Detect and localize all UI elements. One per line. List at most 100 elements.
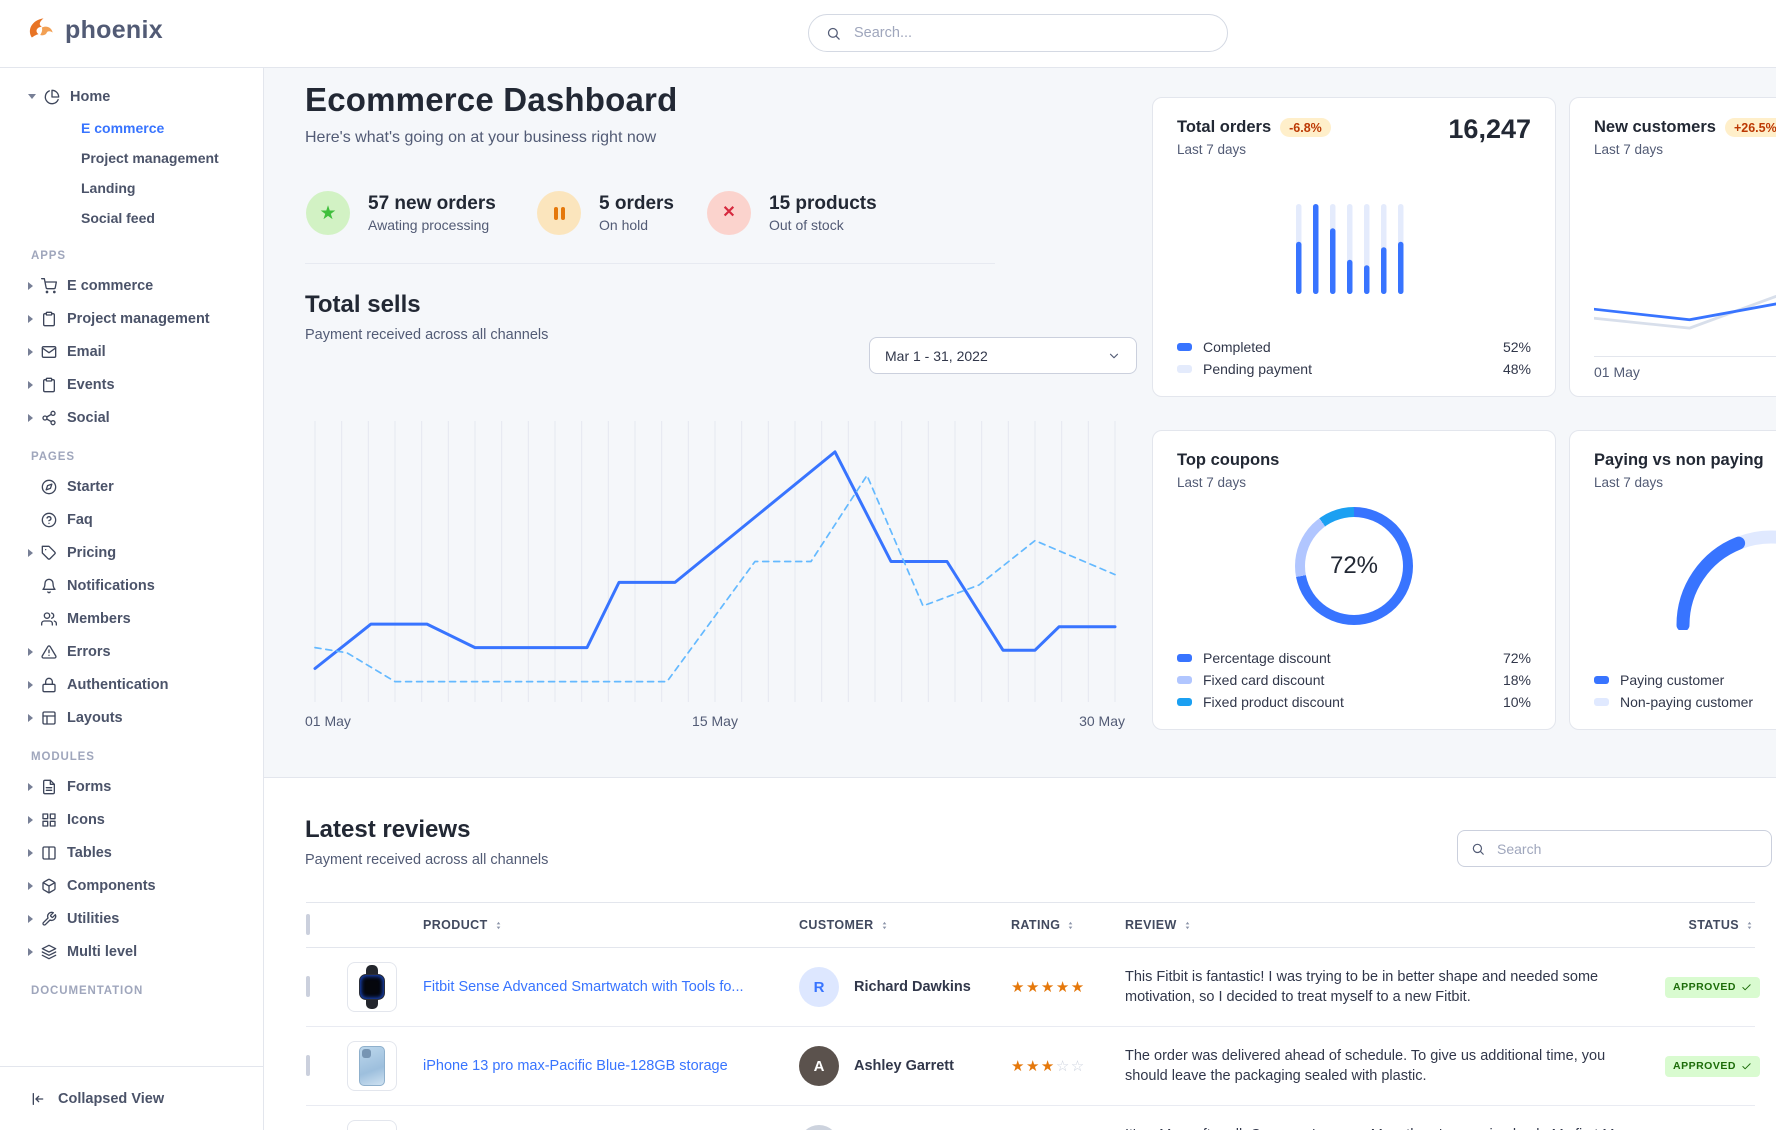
sidebar-item-label: Home xyxy=(70,89,110,105)
sidebar-item-home[interactable]: Home xyxy=(0,80,263,113)
card-title: Top coupons xyxy=(1177,451,1279,470)
column-header-status[interactable]: STATUS xyxy=(1688,918,1755,932)
sort-icon xyxy=(1182,920,1193,931)
sidebar-item-email[interactable]: Email xyxy=(0,335,263,368)
column-header-product[interactable]: PRODUCT xyxy=(423,918,799,932)
sidebar-section-modules: MODULES xyxy=(31,751,263,763)
mail-icon xyxy=(41,344,57,360)
sidebar-item-apps-ecommerce[interactable]: E commerce xyxy=(0,269,263,302)
pie-chart-icon xyxy=(44,89,60,105)
divider xyxy=(305,263,995,264)
total-sells-title: Total sells xyxy=(305,291,421,319)
row-checkbox[interactable] xyxy=(306,1055,310,1076)
sidebar-item-components[interactable]: Components xyxy=(0,869,263,902)
product-link[interactable]: iPhone 13 pro max-Pacific Blue-128GB sto… xyxy=(423,1058,799,1074)
sidebar-item-project-management[interactable]: Project management xyxy=(0,143,263,173)
select-all-checkbox[interactable] xyxy=(306,914,310,935)
search-icon xyxy=(1471,842,1485,856)
reviews-table: PRODUCT CUSTOMER RATING REVIEW STATUS xyxy=(264,902,1776,1130)
global-search-input[interactable] xyxy=(852,24,1210,42)
page-title: Ecommerce Dashboard xyxy=(305,81,677,119)
legend-chip xyxy=(1177,365,1192,373)
new-customers-chart xyxy=(1594,266,1776,354)
star-icon: ★ xyxy=(306,191,350,235)
customer-name: Richard Dawkins xyxy=(854,979,971,995)
sidebar-item-forms[interactable]: Forms xyxy=(0,770,263,803)
trend-badge: -6.8% xyxy=(1280,118,1331,137)
brand-name: phoenix xyxy=(65,16,163,45)
new-customers-card: New customers +26.5% Last 7 days 01 May xyxy=(1569,97,1776,397)
clipboard-icon xyxy=(41,377,57,393)
stat-orders-on-hold: 5 orders On hold xyxy=(537,191,674,235)
chevron-right-icon xyxy=(28,348,33,356)
sidebar-item-authentication[interactable]: Authentication xyxy=(0,668,263,701)
reviews-title: Latest reviews xyxy=(305,816,470,844)
legend-pending: Pending payment 48% xyxy=(1177,358,1531,380)
sidebar-item-notifications[interactable]: Notifications xyxy=(0,569,263,602)
sidebar-item-social-feed[interactable]: Social feed xyxy=(0,203,263,233)
sidebar-item-ecommerce[interactable]: E commerce xyxy=(0,113,263,143)
sidebar-item-utilities[interactable]: Utilities xyxy=(0,902,263,935)
column-header-customer[interactable]: CUSTOMER xyxy=(799,918,1011,932)
page-subtitle: Here's what's going on at your business … xyxy=(305,129,656,147)
legend-chip xyxy=(1177,676,1192,684)
sidebar-item-faq[interactable]: Faq xyxy=(0,503,263,536)
avatar[interactable]: A xyxy=(799,1046,839,1086)
sidebar-item-pricing[interactable]: Pricing xyxy=(0,536,263,569)
shopping-cart-icon xyxy=(41,278,57,294)
status-badge: APPROVED xyxy=(1665,1056,1760,1077)
sidebar-item-layouts[interactable]: Layouts xyxy=(0,701,263,734)
reviews-search-input[interactable] xyxy=(1495,840,1758,858)
latest-reviews-section: Latest reviews Payment received across a… xyxy=(264,777,1776,1130)
chevron-right-icon xyxy=(28,882,33,890)
product-image-iphone[interactable] xyxy=(347,1041,397,1091)
chevron-right-icon xyxy=(28,681,33,689)
avatar[interactable]: W xyxy=(799,1125,839,1130)
date-range-select[interactable]: Mar 1 - 31, 2022 xyxy=(869,337,1137,374)
phoenix-logo[interactable]: phoenix xyxy=(26,15,163,45)
sidebar-item-social[interactable]: Social xyxy=(0,401,263,434)
global-search[interactable] xyxy=(808,14,1228,52)
wrench-icon xyxy=(41,911,57,927)
sidebar-item-starter[interactable]: Starter xyxy=(0,470,263,503)
chevron-right-icon xyxy=(28,783,33,791)
sidebar-item-landing[interactable]: Landing xyxy=(0,173,263,203)
coupons-donut-chart: 72% xyxy=(1295,507,1413,625)
card-title: New customers xyxy=(1594,118,1716,137)
collapse-sidebar-icon xyxy=(30,1091,46,1107)
legend-paying: Paying customer xyxy=(1594,669,1776,691)
sidebar-item-errors[interactable]: Errors xyxy=(0,635,263,668)
product-image-macbook[interactable] xyxy=(347,1120,397,1130)
avatar[interactable]: R xyxy=(799,967,839,1007)
chevron-right-icon xyxy=(28,948,33,956)
compass-icon xyxy=(41,479,57,495)
chevron-right-icon xyxy=(28,315,33,323)
sidebar-item-icons[interactable]: Icons xyxy=(0,803,263,836)
sidebar-item-multi-level[interactable]: Multi level xyxy=(0,935,263,968)
sidebar-item-tables[interactable]: Tables xyxy=(0,836,263,869)
legend-chip xyxy=(1594,698,1609,706)
chevron-right-icon xyxy=(28,549,33,557)
sidebar-nav: Home E commerce Project management Landi… xyxy=(0,67,264,1130)
file-text-icon xyxy=(41,779,57,795)
warning-triangle-icon xyxy=(41,644,57,660)
sidebar-item-members[interactable]: Members xyxy=(0,602,263,635)
orders-bar-chart xyxy=(1294,204,1414,294)
columns-icon xyxy=(41,845,57,861)
column-header-rating[interactable]: RATING xyxy=(1011,918,1125,932)
card-title: Total orders xyxy=(1177,118,1271,137)
sort-icon xyxy=(493,920,504,931)
column-header-review[interactable]: REVIEW xyxy=(1125,918,1665,932)
review-text: This Fitbit is fantastic! I was trying t… xyxy=(1125,967,1665,1008)
trend-badge: +26.5% xyxy=(1725,118,1776,137)
sidebar-item-apps-project-management[interactable]: Project management xyxy=(0,302,263,335)
collapsed-view-toggle[interactable]: Collapsed View xyxy=(0,1066,263,1130)
stat-new-orders: ★ 57 new orders Awating processing xyxy=(306,191,496,235)
question-circle-icon xyxy=(41,512,57,528)
product-image-smartwatch[interactable] xyxy=(347,962,397,1012)
row-checkbox[interactable] xyxy=(306,976,310,997)
reviews-search[interactable] xyxy=(1457,830,1772,867)
sidebar-item-events[interactable]: Events xyxy=(0,368,263,401)
product-link[interactable]: Fitbit Sense Advanced Smartwatch with To… xyxy=(423,979,799,995)
card-title: Paying vs non paying xyxy=(1594,451,1764,470)
